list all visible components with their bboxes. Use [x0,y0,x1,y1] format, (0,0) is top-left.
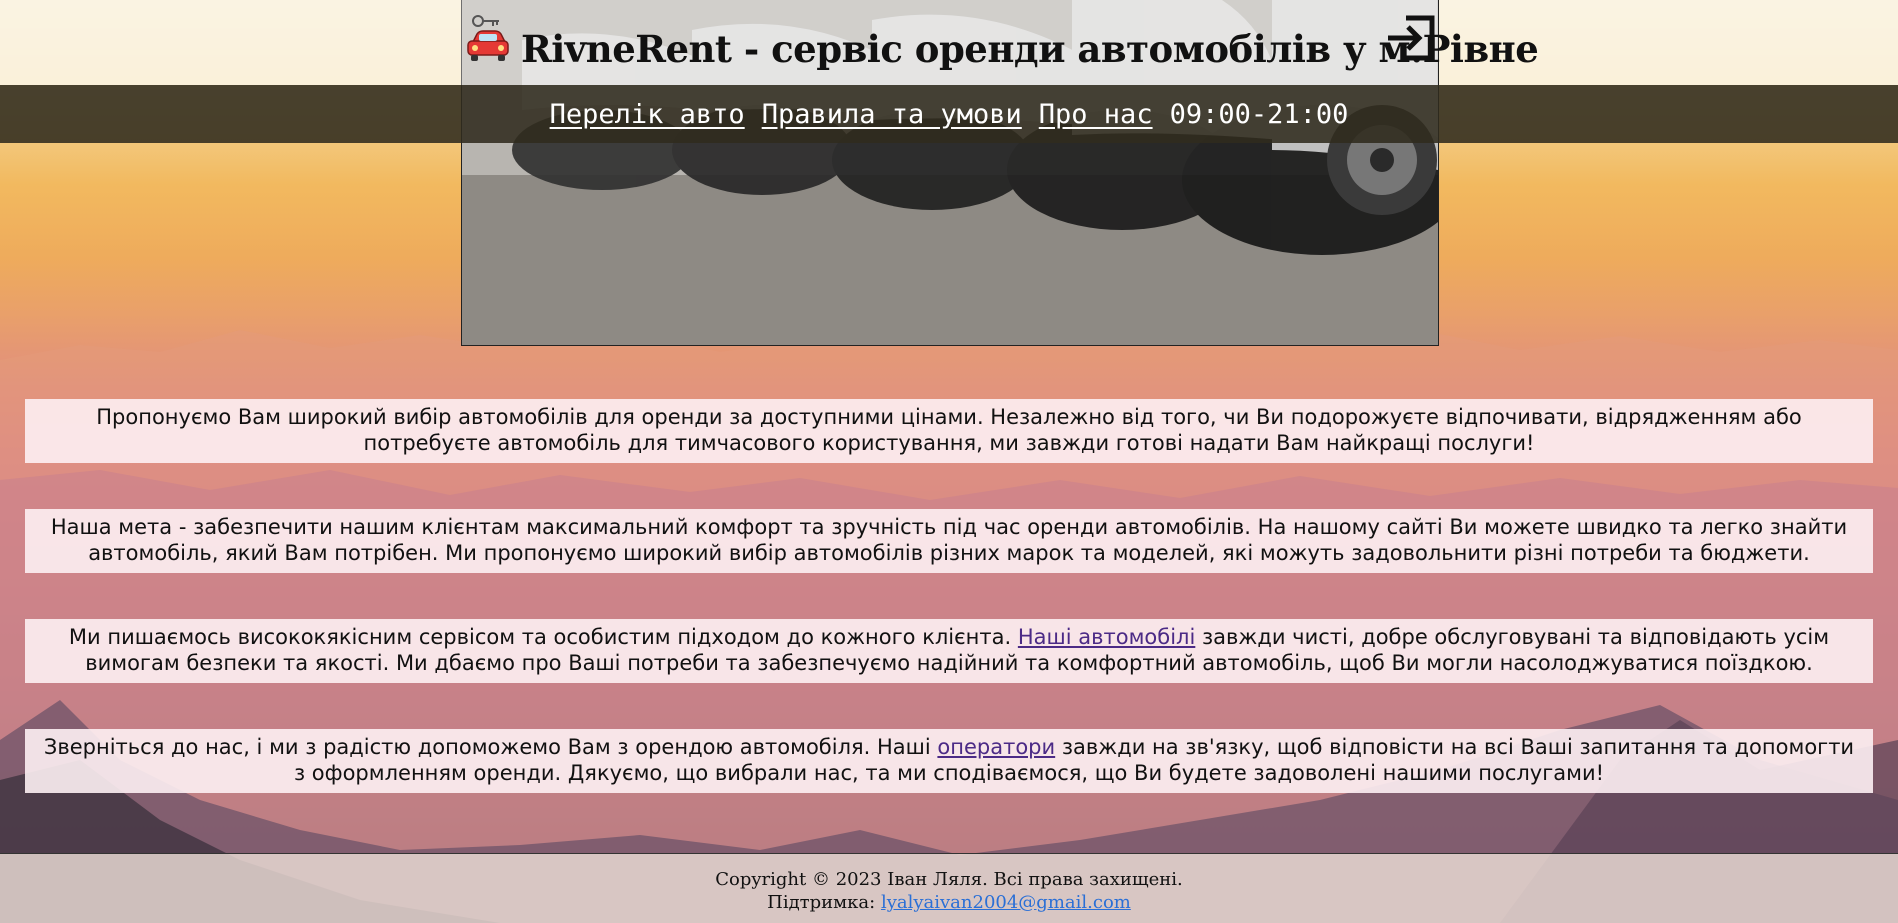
paragraph-text: Наша мета - забезпечити нашим клієнтам м… [50,515,1848,565]
nav-car-list-link[interactable]: Перелік авто [550,99,745,130]
support-email-link[interactable]: lyalyaivan2004@gmail.com [881,892,1131,913]
header: RivneRent - сервіс оренди автомобілів у … [461,0,1539,85]
car-key-icon [467,15,509,61]
main-content: Пропонуємо Вам широкий вибір автомобілів… [25,399,1873,839]
info-paragraph-service: Ми пишаємось висококякісним сервісом та … [25,619,1873,683]
info-paragraph-offer: Пропонуємо Вам широкий вибір автомобілів… [25,399,1873,463]
info-paragraph-goal: Наша мета - забезпечити нашим клієнтам м… [25,509,1873,573]
main-nav: Перелік авто Правила та умови Про нас 09… [0,85,1898,143]
paragraph-text: Пропонуємо Вам широкий вибір автомобілів… [96,405,1802,455]
working-hours: 09:00-21:00 [1169,98,1349,130]
sign-in-icon[interactable] [1386,14,1438,62]
nav-rules-link[interactable]: Правила та умови [762,99,1022,130]
paragraph-text: Ми пишаємось висококякісним сервісом та … [68,625,1012,649]
info-paragraph-contact: Зверніться до нас, і ми з радістю допомо… [25,729,1873,793]
paragraph-text: Зверніться до нас, і ми з радістю допомо… [43,735,931,759]
support-line: Підтримка: lyalyaivan2004@gmail.com [0,891,1898,914]
nav-about-link[interactable]: Про нас [1039,99,1153,130]
copyright-text: Copyright © 2023 Іван Ляля. Всі права за… [715,869,1183,890]
operators-link[interactable]: оператори [937,735,1055,759]
footer: Copyright © 2023 Іван Ляля. Всі права за… [0,853,1898,923]
navigation-bar: Перелік авто Правила та умови Про нас 09… [0,85,1898,143]
our-cars-link[interactable]: Наші автомобілі [1018,625,1195,649]
support-label: Підтримка: [767,892,876,913]
